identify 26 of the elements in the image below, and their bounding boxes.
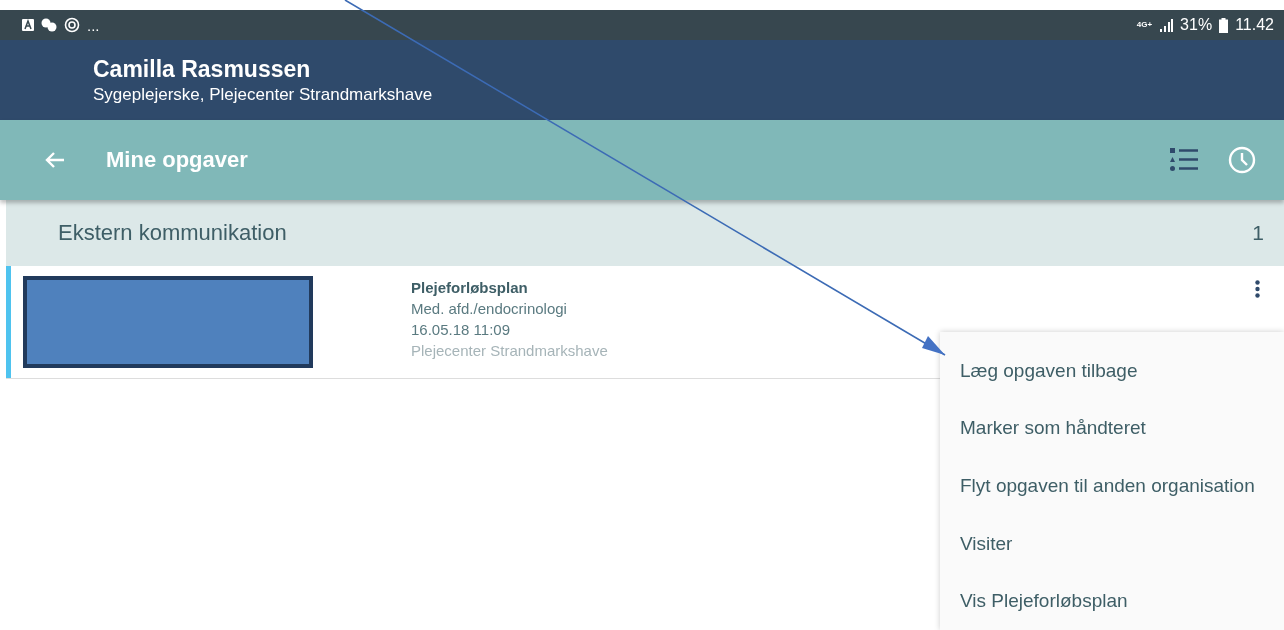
chat-icon [41, 18, 57, 32]
list-icon[interactable] [1170, 148, 1198, 172]
menu-item[interactable]: Læg opgaven tilbage [940, 342, 1284, 400]
network-label: 4G+ [1136, 21, 1153, 29]
battery-icon [1219, 17, 1229, 33]
menu-item[interactable]: Visiter [940, 514, 1284, 573]
sync-icon [64, 17, 80, 33]
task-title: Plejeforløbsplan [411, 279, 529, 296]
signal-icon [1159, 18, 1174, 32]
task-location: Plejecenter Strandmarkshave [411, 342, 608, 359]
task-date: 16.05.18 11:09 [411, 321, 511, 338]
task-department: Med. afd./endocrinologi [411, 300, 568, 317]
more-options-icon[interactable] [1255, 280, 1260, 298]
user-role: Sygeplejerske, Plejecenter Strandmarkshave [93, 84, 434, 105]
clock-time: 11.42 [1235, 16, 1274, 34]
menu-item[interactable]: Vis Plejeforløbsplan [940, 572, 1284, 630]
menu-item[interactable]: Marker som håndteret [940, 399, 1284, 458]
user-name: Camilla Rasmussen [93, 55, 312, 83]
clock-icon[interactable] [1228, 146, 1256, 174]
section-title: Ekstern kommunikation [58, 220, 287, 246]
battery-percent: 31% [1180, 16, 1213, 34]
menu-item[interactable]: Flyt opgaven til anden organisation [940, 457, 1284, 515]
notification-icon [22, 19, 34, 31]
section-count: 1 [1252, 221, 1264, 245]
more-notifications: ... [87, 16, 100, 34]
toolbar-title: Mine opgaver [106, 147, 249, 173]
